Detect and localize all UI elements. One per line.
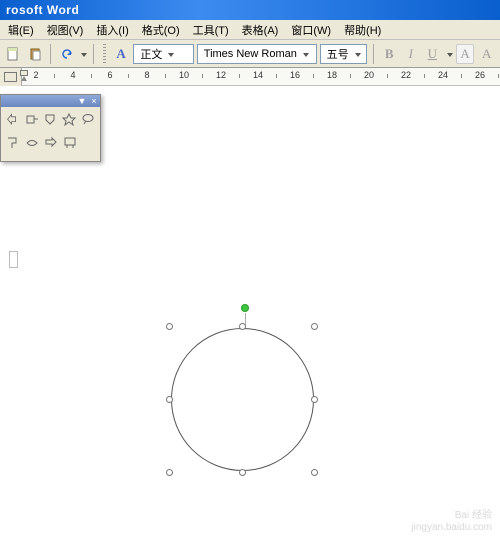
undo-button[interactable] <box>57 44 76 64</box>
ruler-number: 24 <box>438 70 448 80</box>
title-bar: rosoft Word <box>0 0 500 20</box>
ruler-number: 6 <box>107 70 112 80</box>
char-scaling-button[interactable]: A <box>477 44 496 64</box>
menu-tools[interactable]: 工具(T) <box>187 20 235 40</box>
ruler-number: 22 <box>401 70 411 80</box>
font-combo[interactable]: Times New Roman <box>197 44 317 64</box>
shape-btn-5[interactable] <box>79 110 97 128</box>
resize-handle-nw[interactable] <box>166 323 173 330</box>
ruler-tick <box>202 74 203 78</box>
italic-button[interactable]: I <box>401 44 420 64</box>
underline-dropdown[interactable] <box>445 48 453 60</box>
resize-handle-e[interactable] <box>311 396 318 403</box>
ruler-number: 14 <box>253 70 263 80</box>
autoshapes-menu-arrow[interactable]: ▼ <box>76 95 88 107</box>
ruler-number: 26 <box>475 70 485 80</box>
horizontal-ruler[interactable]: 2468101214161820222426 <box>0 68 500 86</box>
autoshapes-toolbar[interactable]: ▼ × <box>0 94 101 162</box>
resize-handle-se[interactable] <box>311 469 318 476</box>
separator <box>50 44 51 64</box>
resize-handle-s[interactable] <box>239 469 246 476</box>
ruler-number: 16 <box>290 70 300 80</box>
ruler-tick <box>91 74 92 78</box>
shape-btn-7[interactable] <box>23 134 41 152</box>
separator <box>93 44 94 64</box>
menu-view[interactable]: 视图(V) <box>41 20 90 40</box>
bold-button[interactable]: B <box>380 44 399 64</box>
separator <box>373 44 374 64</box>
resize-handle-w[interactable] <box>166 396 173 403</box>
autoshapes-close[interactable]: × <box>88 95 100 107</box>
menu-help[interactable]: 帮助(H) <box>338 20 387 40</box>
grip <box>103 44 106 64</box>
ruler-tick <box>498 74 499 78</box>
app-title: rosoft Word <box>6 3 79 17</box>
ruler-tick <box>387 74 388 78</box>
ruler-tick <box>54 74 55 78</box>
undo-dropdown[interactable] <box>79 48 87 60</box>
menu-window[interactable]: 窗口(W) <box>285 20 337 40</box>
new-doc-button[interactable] <box>4 44 23 64</box>
ruler-number: 18 <box>327 70 337 80</box>
style-button[interactable]: A <box>112 44 131 64</box>
watermark: Bai 经验 jingyan.baidu.com <box>411 510 492 534</box>
ruler-number: 10 <box>179 70 189 80</box>
ruler-number: 20 <box>364 70 374 80</box>
shape-btn-3[interactable] <box>42 110 60 128</box>
menu-edit[interactable]: 辑(E) <box>2 20 40 40</box>
ruler-number: 4 <box>70 70 75 80</box>
ruler-tick <box>350 74 351 78</box>
watermark-text-2: jingyan.baidu.com <box>411 522 492 534</box>
size-combo-value: 五号 <box>327 46 349 62</box>
ruler-tick <box>424 74 425 78</box>
shape-btn-1[interactable] <box>4 110 22 128</box>
size-combo[interactable]: 五号 <box>320 44 367 64</box>
shape-btn-9[interactable] <box>61 134 79 152</box>
menu-insert[interactable]: 插入(I) <box>90 20 134 40</box>
style-combo-value: 正文 <box>140 46 162 62</box>
char-shading-button[interactable]: A <box>456 44 475 64</box>
ruler-number: 2 <box>33 70 38 80</box>
ruler-number: 12 <box>216 70 226 80</box>
menu-format[interactable]: 格式(O) <box>136 20 186 40</box>
autoshapes-titlebar[interactable]: ▼ × <box>1 95 100 107</box>
watermark-text-1: Bai 经验 <box>411 510 492 522</box>
ruler-number: 8 <box>144 70 149 80</box>
formatting-toolbar: A 正文 Times New Roman 五号 B I U A A <box>0 40 500 68</box>
ruler-tick <box>461 74 462 78</box>
shape-btn-4[interactable] <box>60 110 78 128</box>
ruler-tick <box>313 74 314 78</box>
resize-handle-ne[interactable] <box>311 323 318 330</box>
shape-btn-8[interactable] <box>42 134 60 152</box>
shape-btn-6[interactable] <box>4 134 22 152</box>
shape-btn-2[interactable] <box>23 110 41 128</box>
menu-table[interactable]: 表格(A) <box>236 20 285 40</box>
ruler-tick <box>128 74 129 78</box>
font-combo-value: Times New Roman <box>204 48 297 60</box>
shape-selection-box[interactable] <box>145 312 340 507</box>
ruler-tick <box>276 74 277 78</box>
end-of-doc-marker <box>9 251 18 268</box>
circle-shape[interactable] <box>171 328 314 471</box>
menu-bar: 辑(E) 视图(V) 插入(I) 格式(O) 工具(T) 表格(A) 窗口(W)… <box>0 20 500 40</box>
paste-button[interactable] <box>26 44 45 64</box>
rotation-handle[interactable] <box>241 304 249 312</box>
indent-handle[interactable] <box>18 68 28 86</box>
underline-button[interactable]: U <box>423 44 442 64</box>
ruler-strip: 2468101214161820222426 <box>22 68 500 85</box>
ruler-tick <box>165 74 166 78</box>
style-combo[interactable]: 正文 <box>133 44 193 64</box>
resize-handle-sw[interactable] <box>166 469 173 476</box>
ruler-tick <box>239 74 240 78</box>
resize-handle-n[interactable] <box>239 323 246 330</box>
